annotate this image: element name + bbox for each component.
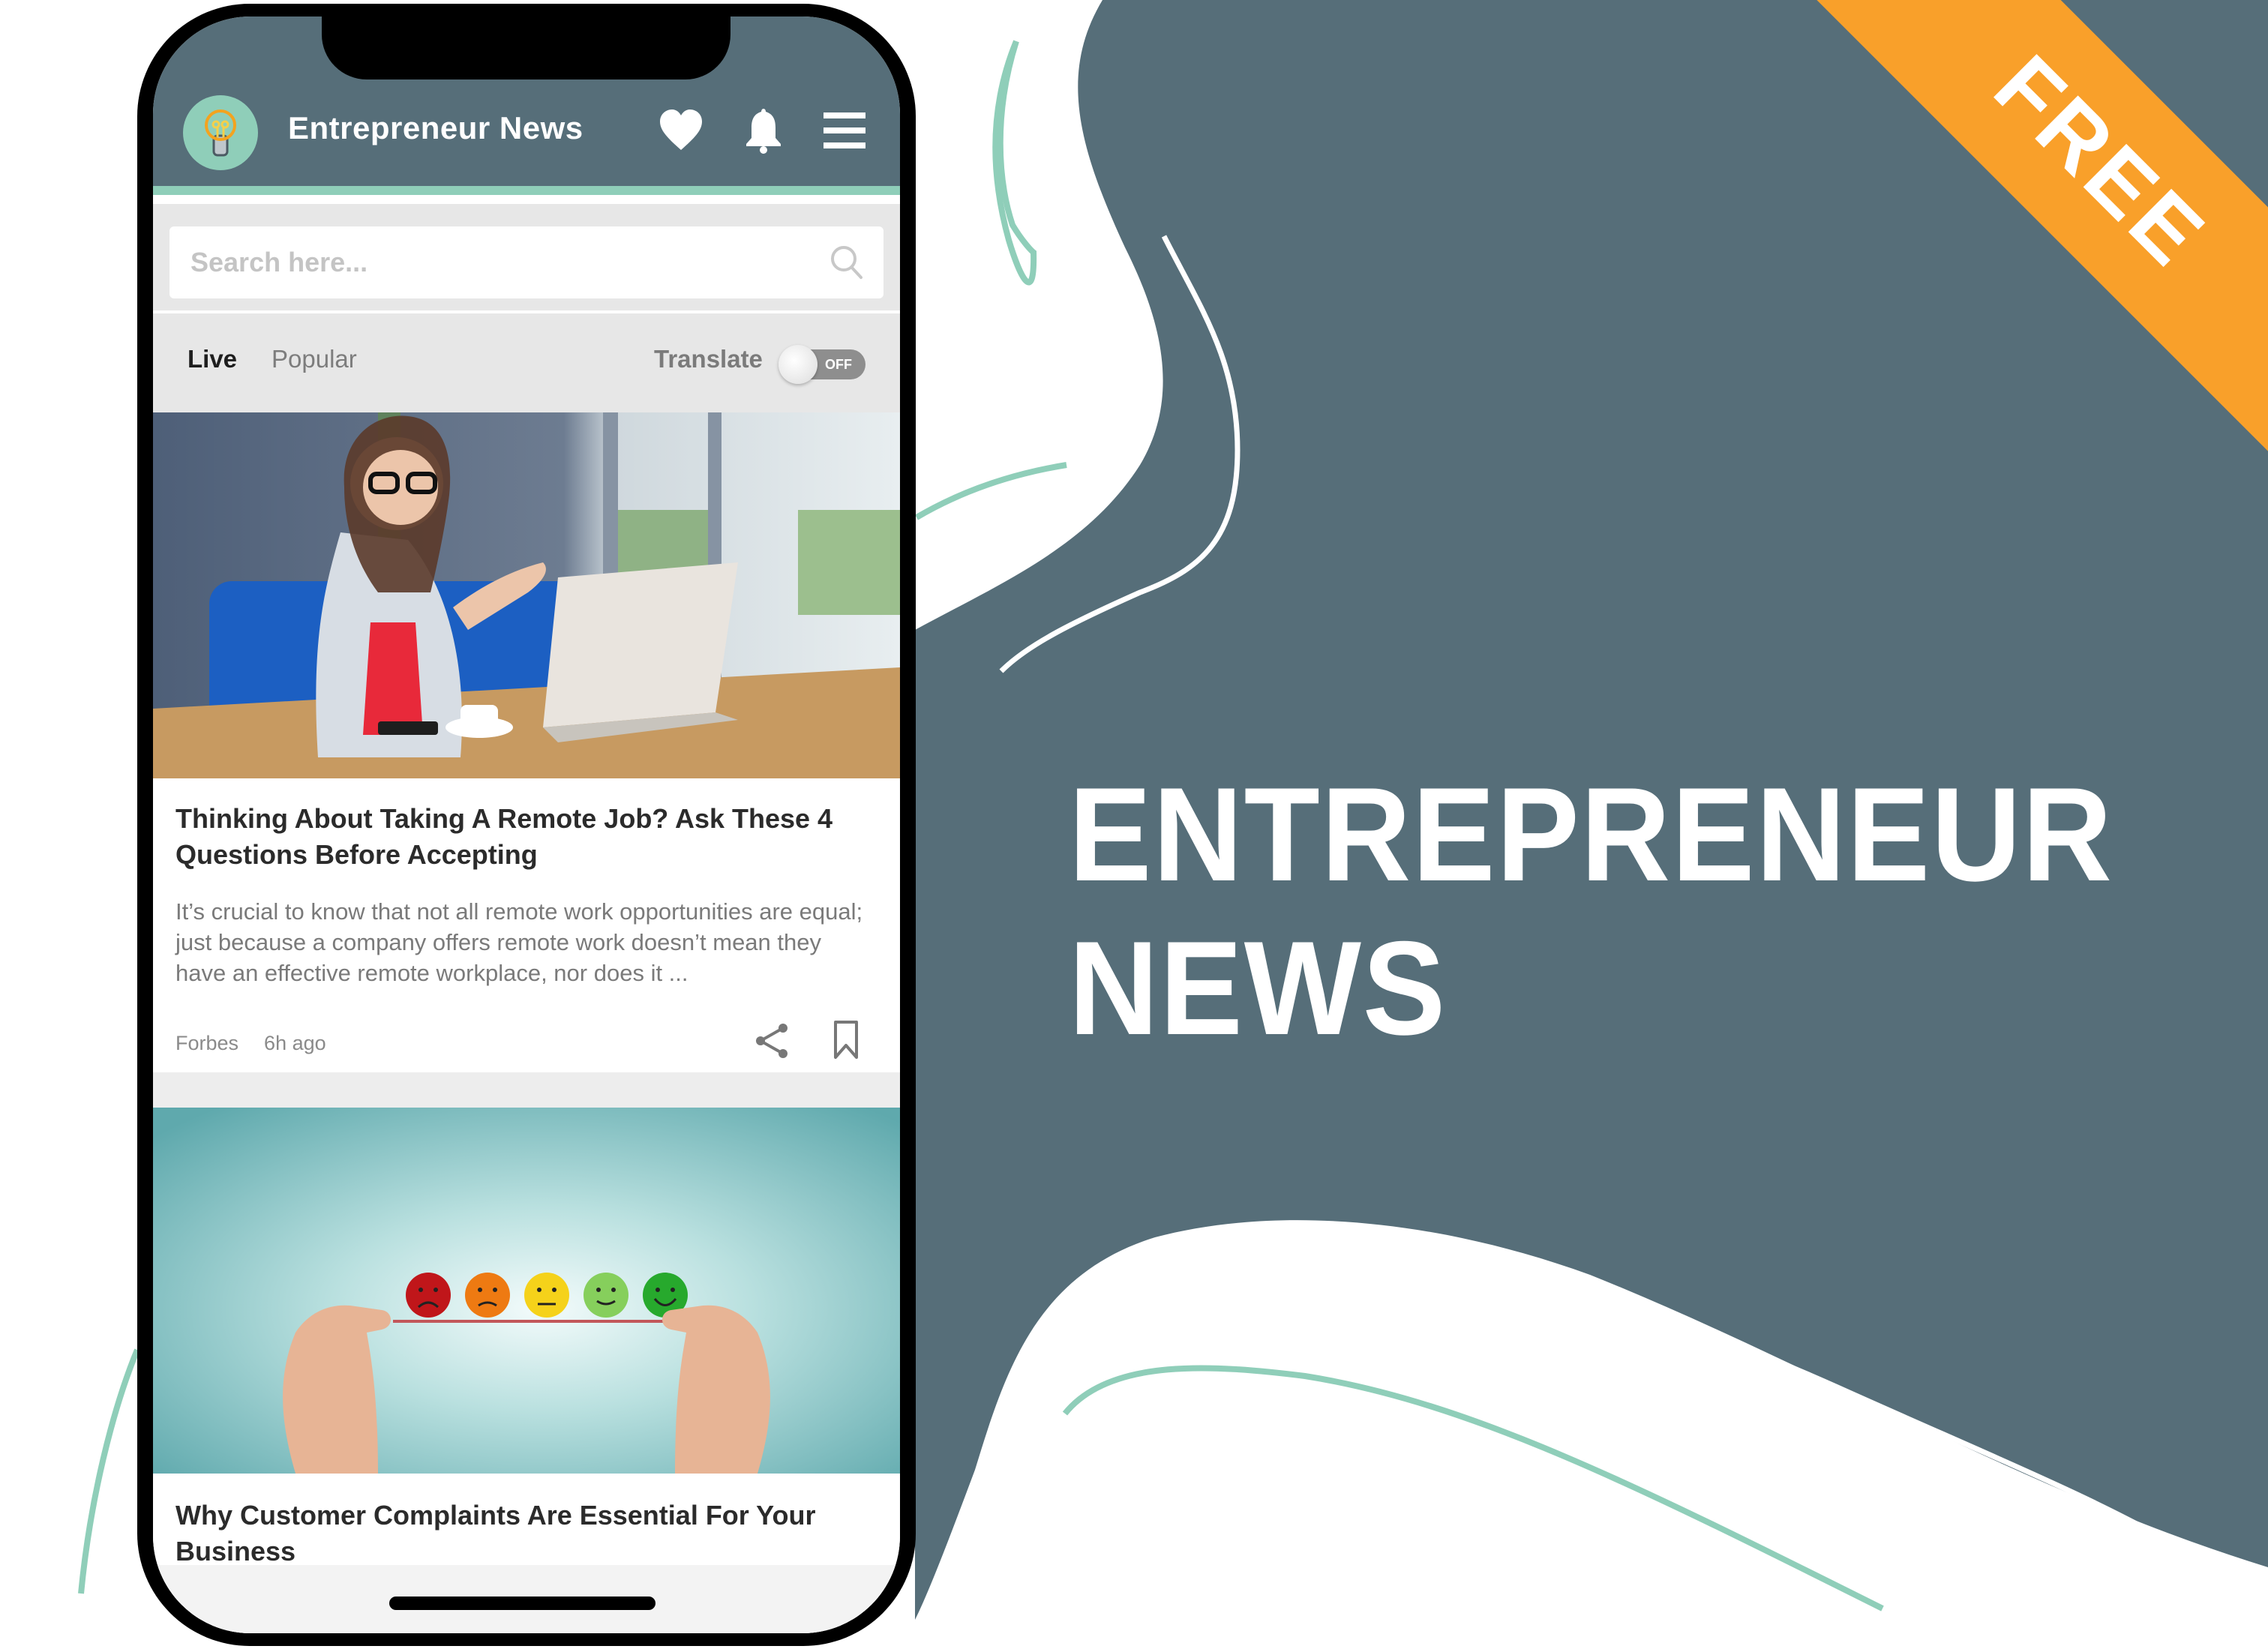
search-area — [153, 204, 900, 310]
card-separator — [153, 1072, 900, 1108]
share-icon[interactable] — [753, 1021, 792, 1060]
favorites-button[interactable] — [657, 106, 705, 154]
article-title[interactable]: Thinking About Taking A Remote Job? Ask … — [176, 801, 873, 873]
article-source: Forbes — [176, 1032, 239, 1054]
feed-tabs: Live Popular Translate OFF — [153, 313, 900, 412]
app-logo[interactable] — [183, 95, 258, 170]
article-image[interactable] — [153, 412, 900, 778]
mint-arc-bottom-left — [78, 1348, 140, 1594]
tab-live[interactable]: Live — [188, 345, 237, 373]
promo-headline: ENTREPRENEUR NEWS — [1069, 757, 2114, 1065]
article-image[interactable] — [153, 1108, 900, 1474]
phone-screen: Entrepreneur News Search here... Live Po… — [153, 16, 900, 1633]
promo-headline-line2: NEWS — [1069, 913, 1448, 1063]
toggle-state: OFF — [825, 357, 852, 372]
article-time: 6h ago — [264, 1032, 326, 1054]
toggle-knob — [778, 345, 818, 384]
article-excerpt: It’s crucial to know that not all remote… — [176, 898, 863, 986]
article-card[interactable]: Why Customer Complaints Are Essential Fo… — [153, 1108, 900, 1633]
search-box — [170, 226, 884, 298]
article-title[interactable]: Why Customer Complaints Are Essential Fo… — [176, 1498, 873, 1570]
app-title: Entrepreneur News — [288, 110, 584, 145]
search-input[interactable] — [190, 226, 820, 298]
translate-toggle[interactable]: OFF — [778, 345, 866, 384]
article-card[interactable]: Thinking About Taking A Remote Job? Ask … — [153, 412, 900, 1072]
article-meta: Forbes 6h ago — [176, 1032, 326, 1055]
bookmark-icon[interactable] — [832, 1020, 860, 1060]
tab-popular[interactable]: Popular — [272, 345, 357, 373]
emoji-rating-photo — [153, 1108, 900, 1474]
translate-label: Translate — [654, 345, 763, 373]
phone-mockup: Entrepreneur News Search here... Live Po… — [137, 4, 916, 1646]
promo-headline-line1: ENTREPRENEUR — [1069, 760, 2114, 909]
home-indicator[interactable] — [389, 1597, 656, 1610]
notifications-button[interactable] — [740, 106, 788, 154]
mint-arc-bottom-right — [1062, 1365, 1884, 1612]
woman-laptop-photo — [153, 412, 900, 778]
lightbulb-icon — [205, 109, 236, 157]
bell-icon — [746, 109, 781, 154]
search-icon[interactable] — [830, 244, 864, 280]
hamburger-menu-icon — [824, 112, 866, 148]
mint-arc-mid — [914, 462, 1067, 520]
heart-icon — [660, 109, 702, 150]
phone-notch — [322, 16, 730, 79]
menu-button[interactable] — [820, 106, 868, 154]
